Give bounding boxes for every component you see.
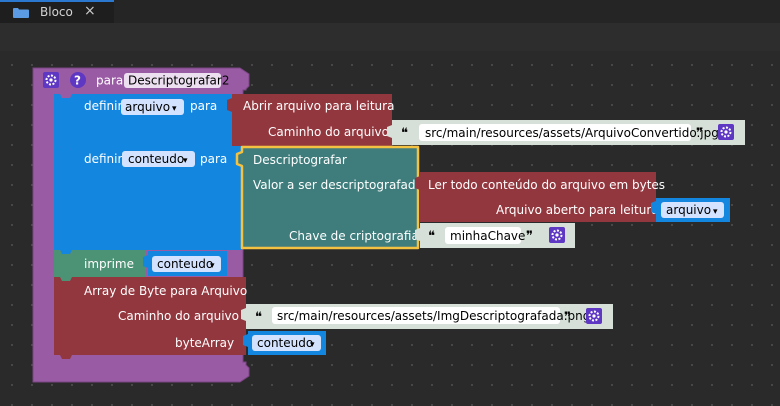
gear-icon[interactable]: [586, 308, 602, 324]
chevron-down-icon: ▾: [172, 104, 177, 114]
text-field[interactable]: minhaChave: [445, 227, 525, 244]
chevron-down-icon: ▾: [310, 340, 315, 350]
variable-name: conteudo: [257, 336, 313, 350]
open-file-label: Abrir arquivo para leitura: [243, 99, 394, 113]
procedure-name: Descriptografar2: [128, 74, 229, 88]
variable-name: arquivo: [125, 100, 170, 114]
decrypt-label: Descriptografar: [253, 153, 347, 167]
svg-text:?: ?: [74, 74, 81, 88]
open-quote-icon: ❝: [401, 126, 408, 141]
variable-block-arquivo[interactable]: arquivo ▾: [651, 198, 730, 222]
close-quote-icon: ❞: [526, 229, 533, 244]
byte-array-param2-label: byteArray: [175, 336, 234, 350]
variable-dropdown[interactable]: arquivo ▾: [661, 202, 724, 218]
help-icon[interactable]: ?: [70, 72, 86, 88]
gear-icon[interactable]: [718, 124, 734, 140]
set-arquivo-block[interactable]: definir arquivo ▾ para: [54, 94, 232, 150]
open-file-param-label: Caminho do arquivo: [268, 125, 389, 139]
blocks-canvas: ? para Descriptografar2 definir arquivo …: [32, 67, 745, 383]
print-block[interactable]: imprime: [54, 250, 146, 281]
open-quote-icon: ❝: [255, 310, 262, 325]
open-quote-icon: ❝: [428, 229, 435, 244]
gear-icon[interactable]: [549, 227, 565, 243]
variable-block-conteudo[interactable]: conteudo ▾: [143, 251, 227, 276]
variable-dropdown-conteudo[interactable]: conteudo ▾: [122, 151, 195, 167]
text-field[interactable]: src/main/resources/assets/ImgDescriptogr…: [272, 307, 590, 324]
variable-block-conteudo-2[interactable]: conteudo ▾: [243, 331, 326, 355]
decrypt-param1-label: Valor a ser descriptografado: [253, 178, 423, 192]
text-value: src/main/resources/assets/ArquivoConvert…: [425, 126, 719, 140]
open-file-block[interactable]: Abrir arquivo para leitura Caminho do ar…: [227, 94, 394, 146]
chevron-down-icon: ▾: [183, 156, 188, 166]
text-value: minhaChave: [450, 229, 525, 243]
variable-dropdown[interactable]: conteudo ▾: [152, 256, 221, 272]
set-arquivo-to: para: [190, 99, 217, 113]
procedure-name-field[interactable]: Descriptografar2: [124, 73, 229, 88]
byte-array-param1-label: Caminho do arquivo: [118, 309, 239, 323]
variable-dropdown[interactable]: conteudo ▾: [252, 335, 321, 351]
text-field[interactable]: src/main/resources/assets/ArquivoConvert…: [419, 124, 719, 141]
byte-array-label: Array de Byte para Arquivo: [84, 284, 247, 298]
variable-name: conteudo: [157, 257, 213, 271]
close-quote-icon: ❞: [696, 126, 703, 141]
gear-icon[interactable]: [43, 72, 59, 88]
set-conteudo-label: definir: [84, 152, 122, 166]
read-bytes-param-label: Arquivo aberto para leitura: [496, 203, 659, 217]
variable-name: conteudo: [128, 152, 184, 166]
variable-name: arquivo: [666, 203, 711, 217]
text-block-arquivo-convertido[interactable]: ❝ src/main/resources/assets/ArquivoConve…: [387, 120, 745, 145]
decrypt-param2-label: Chave de criptografia: [289, 229, 419, 243]
set-conteudo-to: para: [200, 152, 227, 166]
text-block-minha-chave[interactable]: ❝ minhaChave ❞: [415, 223, 575, 248]
byte-array-block[interactable]: Array de Byte para Arquivo Caminho do ar…: [54, 277, 247, 359]
close-quote-icon: ❞: [564, 310, 571, 325]
set-arquivo-label: definir: [84, 99, 122, 113]
chevron-down-icon: ▾: [713, 207, 718, 217]
text-block-img-descriptografada[interactable]: ❝ src/main/resources/assets/ImgDescripto…: [241, 304, 613, 329]
read-bytes-label: Ler todo conteúdo do arquivo em bytes: [428, 178, 665, 192]
print-label: imprime: [84, 257, 134, 271]
variable-dropdown-arquivo[interactable]: arquivo ▾: [121, 99, 184, 115]
decrypt-block[interactable]: Descriptografar Valor a ser descriptogra…: [235, 145, 423, 250]
text-value: src/main/resources/assets/ImgDescriptogr…: [277, 309, 590, 323]
chevron-down-icon: ▾: [210, 261, 215, 271]
set-conteudo-block[interactable]: definir conteudo ▾ para: [54, 146, 242, 254]
read-bytes-block[interactable]: Ler todo conteúdo do arquivo em bytes Ar…: [415, 172, 665, 222]
procedure-label: para: [96, 74, 123, 88]
